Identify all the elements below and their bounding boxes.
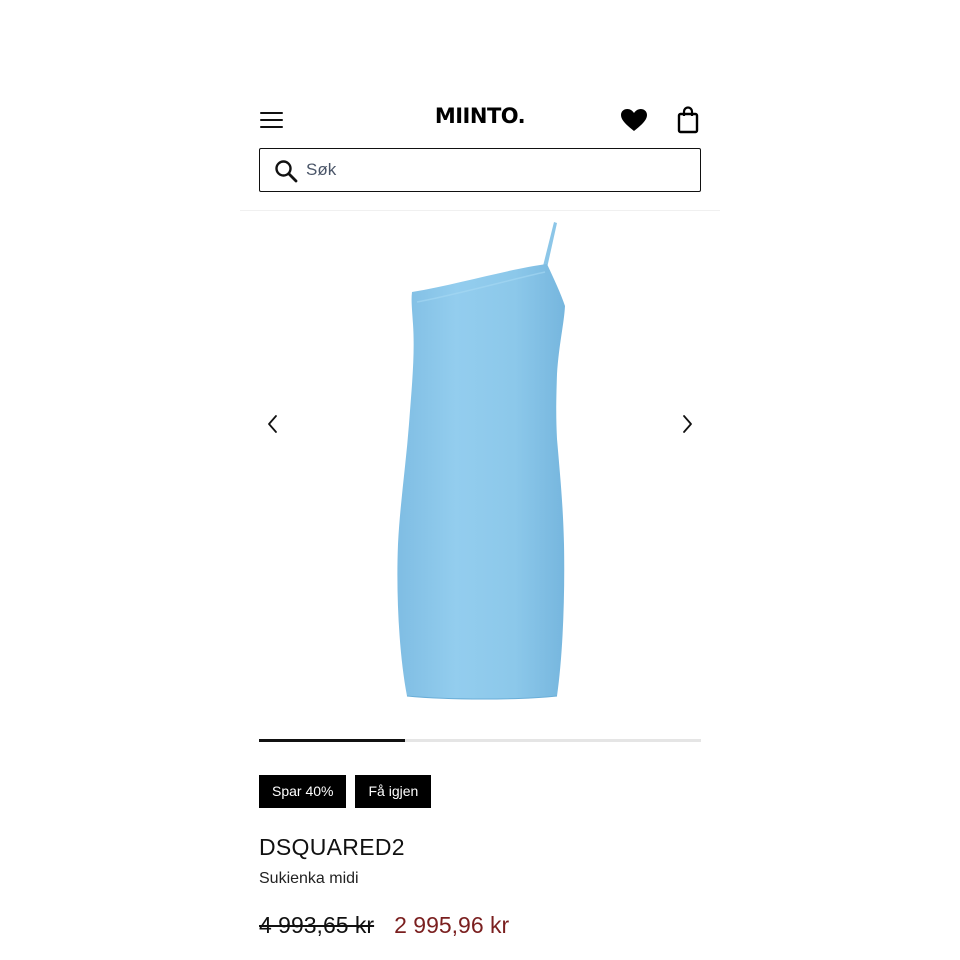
original-price: 4 993,65 kr <box>259 912 375 938</box>
product-image[interactable] <box>259 214 701 714</box>
chevron-left-icon[interactable] <box>261 412 285 436</box>
badges: Spar 40% Få igjen <box>259 775 432 808</box>
search-input[interactable] <box>306 155 686 185</box>
search-icon[interactable] <box>274 159 298 183</box>
product-brand[interactable]: DSQUARED2 <box>259 834 405 861</box>
discount-badge: Spar 40% <box>259 775 347 808</box>
cashback-badge: Få igjen <box>355 775 432 808</box>
shopping-bag-icon[interactable] <box>676 106 700 134</box>
heart-icon[interactable] <box>620 108 648 132</box>
product-image-gallery[interactable] <box>259 214 701 714</box>
gallery-progress-bar <box>259 739 701 742</box>
product-name: Sukienka midi <box>259 870 359 887</box>
header-divider <box>240 210 720 211</box>
price-block: 4 993,65 kr 2 995,96 kr <box>259 912 509 939</box>
chevron-right-icon[interactable] <box>675 412 699 436</box>
gallery-progress-fill <box>259 739 405 742</box>
header: MIINTO. <box>240 96 720 144</box>
sale-price: 2 995,96 kr <box>394 912 510 938</box>
logo[interactable]: MIINTO. <box>240 104 720 128</box>
search-bar <box>259 148 701 192</box>
